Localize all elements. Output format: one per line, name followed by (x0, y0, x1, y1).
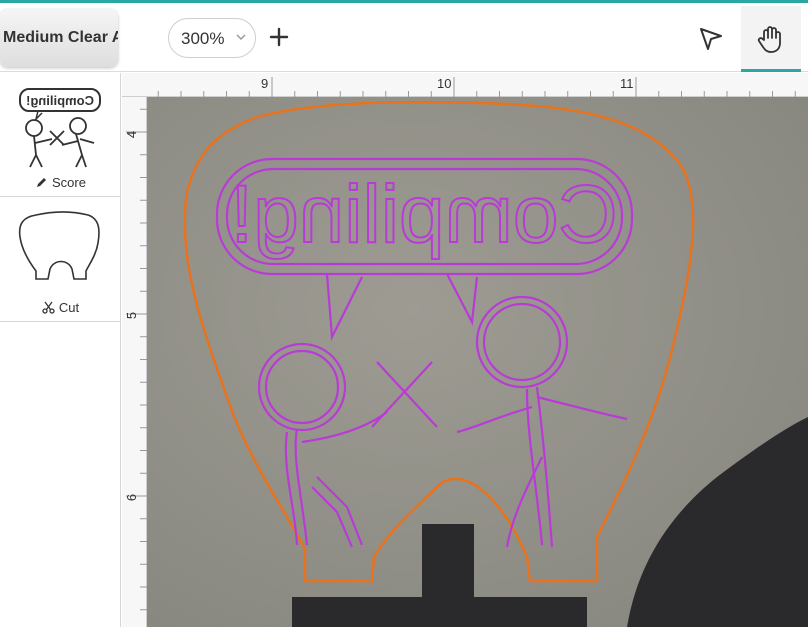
ruler-label-10: 10 (437, 76, 452, 91)
cut-label: Cut (58, 300, 80, 315)
cut-layer-thumbnail (18, 211, 100, 280)
pan-tool-button[interactable] (741, 6, 801, 72)
active-tool-indicator (741, 69, 801, 72)
hand-icon (757, 26, 781, 53)
toolbar: Medium Clear Acrylic 300% (0, 3, 808, 72)
zoom-value: 300% (181, 29, 225, 48)
ruler-vertical-ticks (126, 108, 147, 611)
design-canvas[interactable]: Compiling! (147, 97, 808, 627)
layer-score[interactable]: Compiling! Score (0, 73, 121, 197)
select-pointer-icon[interactable] (697, 25, 725, 53)
layers-sidebar: Compiling! Score Cut (0, 73, 121, 627)
ruler-vertical: 4 5 6 (122, 97, 147, 627)
layer-cut[interactable]: Cut (0, 197, 121, 322)
material-shadow-bottom (292, 524, 587, 627)
ruler-horizontal: 9 10 11 (122, 73, 808, 97)
score-bubble-text: Compiling! (230, 169, 617, 260)
layer-operation-cut[interactable]: Cut (0, 300, 121, 315)
ruler-label-6: 6 (124, 493, 140, 502)
svg-text:Compiling!: Compiling! (26, 93, 94, 108)
score-label: Score (52, 175, 86, 190)
ruler-horizontal-ticks (157, 77, 796, 97)
material-label: Medium Clear Acrylic (3, 29, 118, 46)
material-selector-button[interactable]: Medium Clear Acrylic (0, 9, 118, 67)
material-shadow-right (627, 417, 808, 627)
chevron-down-icon (236, 34, 246, 41)
ruler-label-5: 5 (124, 311, 140, 320)
ruler-label-4: 4 (124, 130, 140, 139)
ruler-label-11: 11 (620, 76, 634, 91)
design-artwork: Compiling! (183, 100, 808, 627)
score-layer-thumbnail: Compiling! (19, 88, 101, 168)
zoom-select[interactable]: 300% (168, 18, 256, 58)
layer-operation-score[interactable]: Score (0, 175, 121, 190)
ruler-label-9: 9 (261, 76, 269, 91)
zoom-in-plus-icon[interactable] (268, 26, 290, 48)
pencil-icon (37, 178, 47, 187)
scissors-icon (42, 301, 55, 314)
